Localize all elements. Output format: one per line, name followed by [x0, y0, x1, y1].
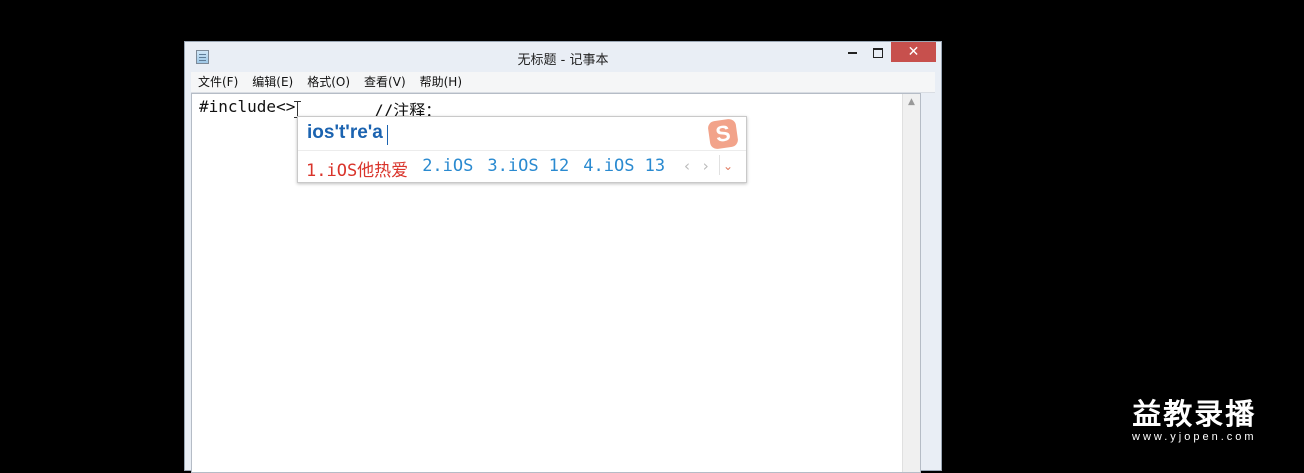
- menu-bar: 文件(F) 编辑(E) 格式(O) 查看(V) 帮助(H): [191, 72, 935, 93]
- notepad-window: 无标题 - 记事本 ✕ 文件(F) 编辑(E) 格式(O) 查看(V) 帮助(H…: [184, 41, 942, 473]
- ime-caret: [387, 125, 388, 145]
- minimize-button[interactable]: [839, 42, 865, 62]
- candidate-4[interactable]: 4.iOS 13: [583, 156, 665, 181]
- candidate-list: 1.iOS他热爱 2.iOS 3.iOS 12 4.iOS 13: [306, 156, 665, 181]
- maximize-icon: [873, 47, 883, 58]
- ime-divider: [298, 150, 746, 151]
- ime-composition-text: ios't're'a: [307, 122, 383, 143]
- menu-help[interactable]: 帮助(H): [413, 72, 469, 92]
- close-button[interactable]: ✕: [891, 42, 936, 62]
- candidate-page-arrows-icon[interactable]: ‹ ›: [684, 157, 713, 175]
- ime-candidate-window: ios't're'a S 1.iOS他热爱 2.iOS 3.iOS 12 4.i…: [297, 116, 747, 183]
- sogou-logo-icon[interactable]: S: [707, 118, 739, 150]
- minimize-icon: [847, 51, 857, 54]
- watermark-url: www.yjopen.com: [1132, 431, 1257, 443]
- menu-view[interactable]: 查看(V): [357, 72, 413, 92]
- watermark: 益教录播 www.yjopen.com: [1132, 397, 1257, 444]
- code-text: #include<>: [199, 97, 296, 116]
- vertical-scrollbar[interactable]: ▲: [902, 94, 920, 472]
- maximize-button[interactable]: [865, 42, 891, 62]
- expand-candidates-icon[interactable]: ⌄: [719, 155, 736, 175]
- window-title: 无标题 - 记事本: [517, 53, 609, 68]
- watermark-title: 益教录播: [1132, 397, 1257, 431]
- menu-edit[interactable]: 编辑(E): [245, 72, 300, 92]
- candidate-2[interactable]: 2.iOS: [422, 156, 473, 181]
- candidate-1[interactable]: 1.iOS他热爱: [306, 156, 408, 181]
- title-bar[interactable]: 无标题 - 记事本 ✕: [185, 42, 941, 72]
- scroll-up-arrow-icon[interactable]: ▲: [903, 94, 920, 111]
- candidate-3[interactable]: 3.iOS 12: [487, 156, 569, 181]
- menu-file[interactable]: 文件(F): [191, 72, 245, 92]
- menu-format[interactable]: 格式(O): [300, 72, 357, 92]
